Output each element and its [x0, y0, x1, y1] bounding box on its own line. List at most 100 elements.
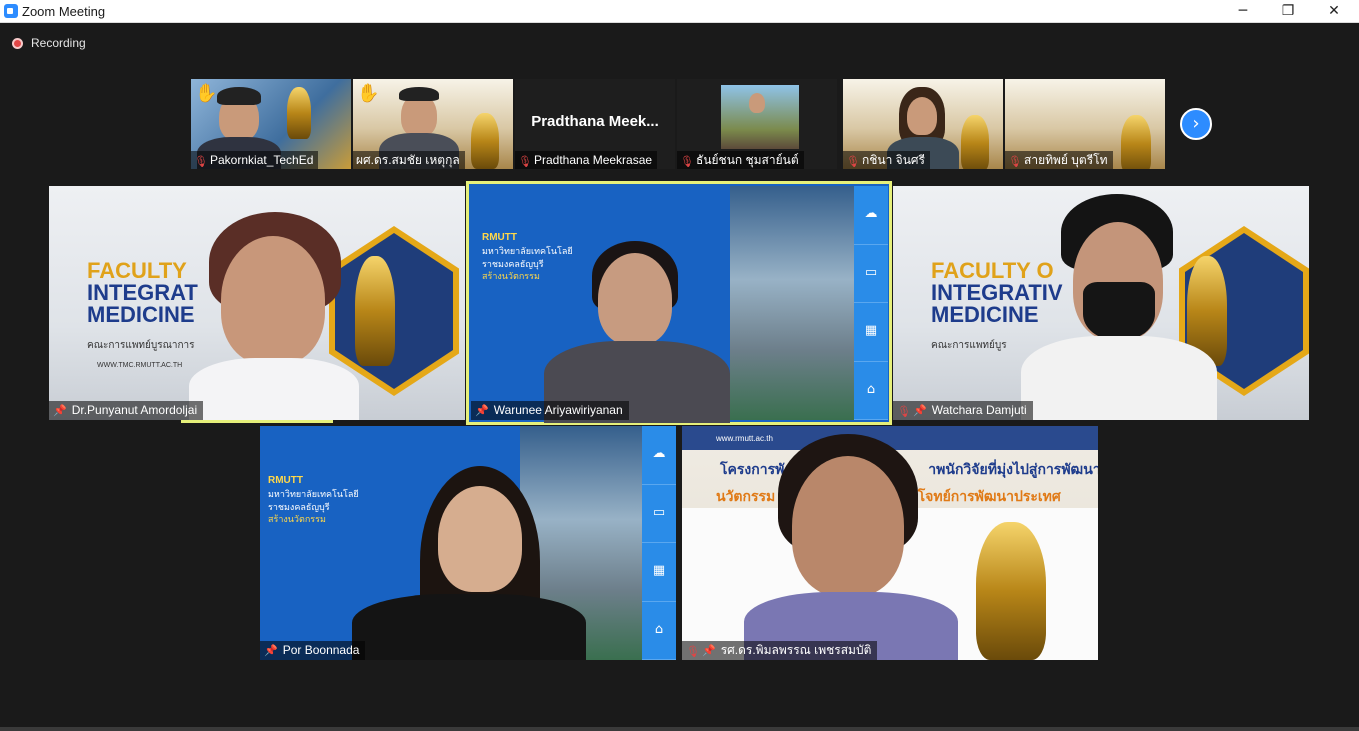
slide-faculty-title: FACULTY INTEGRAT MEDICINE: [87, 260, 198, 326]
cloud-icon: ☁: [642, 426, 676, 485]
campus-photo-collage: [730, 186, 854, 420]
mic-muted-icon: 🎙: [194, 155, 208, 168]
participant-tile[interactable]: FACULTY O INTEGRATIV MEDICINE คณะการแพทย…: [893, 186, 1309, 420]
trophy-image: [1121, 115, 1151, 169]
participant-body: [352, 594, 586, 660]
slide-text-line: MEDICINE: [87, 302, 195, 327]
pin-icon: 📌: [475, 404, 489, 417]
logo-line: ราชมงคลธัญบุรี: [268, 501, 330, 512]
close-button[interactable]: ✕: [1311, 0, 1357, 23]
rmutt-logo: RMUTT: [268, 475, 303, 486]
slide-text-line: INTEGRAT: [87, 280, 198, 305]
participant-name: สายทิพย์ บุตรีโท: [1024, 153, 1108, 167]
strip-participant-tile[interactable]: ✋ 🎙 Pakornkiat_TechEd: [191, 79, 351, 169]
slide-subtitle: คณะการแพทย์บูร: [931, 340, 1007, 351]
trophy-image: [471, 113, 499, 169]
participant-name-label: 📌 Dr.Punyanut Amordoljai: [49, 401, 204, 420]
recording-label: Recording: [31, 36, 86, 50]
slide-url: WWW.TMC.RMUTT.AC.TH: [97, 362, 183, 369]
pin-icon: 📌: [913, 404, 927, 417]
pin-icon: 📌: [702, 644, 716, 657]
mic-muted-icon: 🎙: [686, 645, 700, 658]
participant-tile[interactable]: www.rmutt.ac.th โครงการพัฒนา าพนักวิจัยท…: [682, 426, 1098, 660]
slide-text-line: FACULTY O: [931, 258, 1054, 283]
strip-participant-tile[interactable]: 🎙 กชินา จินศรี: [843, 79, 1003, 169]
participant-name-label: 📌 Warunee Ariyawiriyanan: [471, 401, 629, 420]
home-icon: ⌂: [854, 362, 888, 420]
mic-muted-icon: 🎙: [846, 155, 860, 168]
rmutt-logo-text: RMUTT มหาวิทยาลัยเทคโนโลยี ราชมงคลธัญบุร…: [268, 474, 359, 526]
participant-name: ธันย์ชนก ชุมสาย์นต์: [696, 153, 799, 167]
cloud-icon: ☁: [854, 186, 888, 245]
participant-body: [1021, 336, 1217, 420]
participant-video: [792, 456, 904, 596]
slide-url: www.rmutt.ac.th: [716, 434, 773, 443]
logo-line: มหาวิทยาลัยเทคโนโลยี: [482, 246, 573, 256]
window-bottom-edge: [0, 727, 1359, 731]
window-title: Zoom Meeting: [22, 4, 106, 19]
slide-text-line: FACULTY: [87, 258, 187, 283]
logo-line: มหาวิทยาลัยเทคโนโลยี: [268, 489, 359, 499]
slide-side-nav: ☁ ▭ ▦ ⌂: [642, 426, 676, 660]
participant-name-label: ผศ.ดร.สมชัย เหตุกุล: [353, 151, 465, 169]
chevron-right-icon[interactable]: ›: [1180, 108, 1212, 140]
participant-tile[interactable]: FACULTY INTEGRAT MEDICINE คณะการแพทย์บูร…: [49, 186, 465, 420]
participant-hair: [217, 87, 261, 105]
strip-participant-tile[interactable]: Pradthana Meek... 🎙 Pradthana Meekrasae: [515, 79, 675, 169]
participant-name-label: 🎙 Pradthana Meekrasae: [515, 151, 658, 169]
building-icon: ▦: [854, 303, 888, 362]
participant-hair: [399, 87, 439, 101]
slide-text-line: บโจทย์การพัฒนาประเทศ: [908, 487, 1061, 504]
participant-name-label: 📌 Por Boonnada: [260, 641, 366, 660]
trophy-image: [355, 256, 395, 366]
zoom-app-icon: [4, 4, 18, 18]
rmutt-logo-text: RMUTT มหาวิทยาลัยเทคโนโลยี ราชมงคลธัญบุร…: [482, 231, 573, 283]
pin-icon: 📌: [264, 644, 278, 657]
participant-video: [221, 236, 325, 364]
slide-side-nav: ☁ ▭ ▦ ⌂: [854, 186, 888, 420]
participant-tile[interactable]: RMUTT มหาวิทยาลัยเทคโนโลยี ราชมงคลธัญบุร…: [260, 426, 676, 660]
title-bar: Zoom Meeting ─ ❐ ✕: [0, 0, 1359, 23]
participant-body: [189, 358, 359, 420]
slide-text-line: าพนักวิจัยที่มุ่งไปสู่การพัฒนา: [928, 461, 1098, 477]
raised-hand-icon: ✋: [195, 83, 218, 104]
participant-name: รศ.ดร.พิมลพรรณ เพชรสมบัติ: [720, 643, 872, 657]
participant-name: Pradthana Meekrasae: [534, 153, 653, 167]
screen-icon: ▭: [854, 245, 888, 303]
participant-video-off-label: Pradthana Meek...: [531, 113, 659, 130]
participant-face: [749, 93, 765, 113]
recording-dot-icon: [12, 38, 23, 49]
mic-muted-icon: 🎙: [1008, 155, 1022, 168]
participant-face: [907, 97, 937, 135]
trophy-image: [287, 87, 311, 139]
trophy-image: [961, 115, 989, 169]
slide-faculty-title: FACULTY O INTEGRATIV MEDICINE: [931, 260, 1063, 326]
maximize-button[interactable]: ❐: [1265, 0, 1311, 23]
participant-tile-active-speaker[interactable]: RMUTT มหาวิทยาลัยเทคโนโลยี ราชมงคลธัญบุร…: [466, 181, 892, 425]
participant-name: Pakornkiat_TechEd: [210, 153, 314, 167]
audio-level-bar: [181, 420, 333, 423]
participant-name-label: 🎙 Pakornkiat_TechEd: [191, 151, 319, 169]
participant-name-label: 🎙 สายทิพย์ บุตรีโท: [1005, 151, 1113, 169]
pin-icon: 📌: [53, 404, 67, 417]
logo-line: ราชมงคลธัญบุรี: [482, 258, 544, 269]
mic-muted-icon: 🎙: [518, 155, 532, 168]
slide-subtitle: คณะการแพทย์บูรณาการ: [87, 340, 195, 351]
slide-text-line: INTEGRATIV: [931, 280, 1063, 305]
minimize-button[interactable]: ─: [1220, 0, 1266, 23]
face-mask: [1083, 282, 1155, 340]
screen-icon: ▭: [642, 485, 676, 543]
strip-participant-tile[interactable]: 🎙 สายทิพย์ บุตรีโท: [1005, 79, 1165, 169]
participant-name: Watchara Damjuti: [931, 403, 1027, 417]
participant-video: [438, 486, 522, 592]
trophy-image: [976, 522, 1046, 660]
participant-name-label: 🎙 📌 รศ.ดร.พิมลพรรณ เพชรสมบัติ: [682, 641, 878, 660]
building-icon: ▦: [642, 543, 676, 602]
participant-name: Warunee Ariyawiriyanan: [493, 403, 623, 417]
participant-name-label: 🎙 ธันย์ชนก ชุมสาย์นต์: [677, 151, 804, 169]
strip-participant-tile[interactable]: 🎙 ธันย์ชนก ชุมสาย์นต์: [677, 79, 837, 169]
participant-name-label: 🎙 กชินา จินศรี: [843, 151, 930, 169]
slide-text-line: MEDICINE: [931, 302, 1039, 327]
strip-participant-tile[interactable]: ✋ ผศ.ดร.สมชัย เหตุกุล: [353, 79, 513, 169]
logo-line: สร้างนวัตกรรม: [482, 271, 540, 282]
